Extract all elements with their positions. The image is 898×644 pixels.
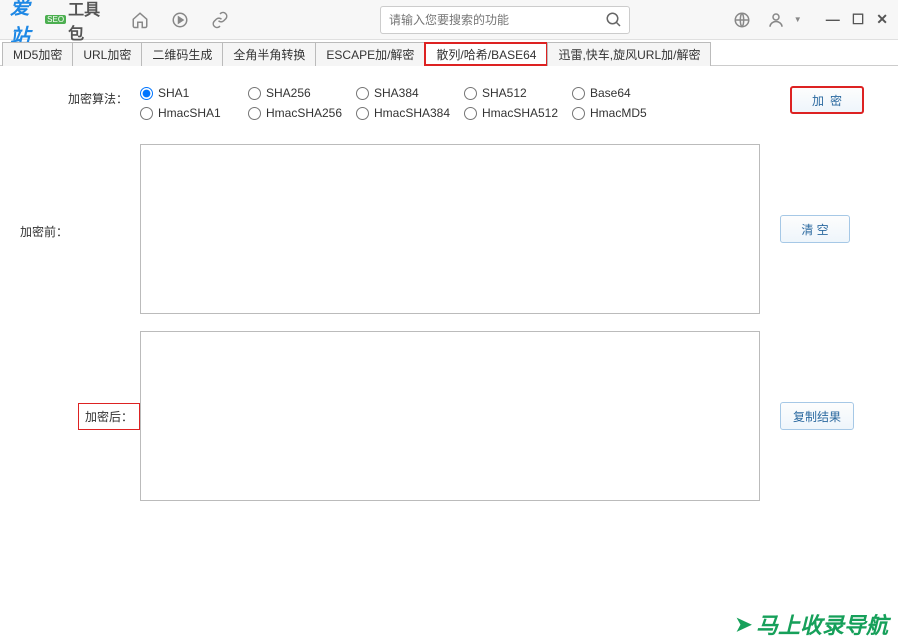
radio-base64[interactable]: Base64 (572, 86, 680, 100)
search-input[interactable] (381, 13, 599, 27)
tab-label: MD5加密 (13, 46, 62, 63)
tab-label: 二维码生成 (152, 46, 212, 63)
clear-button[interactable]: 清 空 (780, 215, 850, 243)
after-label: 加密后： (78, 403, 140, 430)
titlebar: 爱站 SEO 工具包 ▼ — ☐ ✕ (0, 0, 898, 40)
tab-qrcode[interactable]: 二维码生成 (141, 42, 223, 66)
tab-thunder[interactable]: 迅雷,快车,旋风URL加/解密 (547, 42, 711, 66)
globe-icon[interactable] (732, 10, 752, 30)
user-dropdown-arrow[interactable]: ▼ (794, 15, 802, 24)
toolbar-icons (130, 10, 230, 30)
search-button[interactable] (599, 11, 629, 29)
radio-hmacsha384[interactable]: HmacSHA384 (356, 106, 464, 120)
user-icon[interactable] (766, 10, 786, 30)
tab-md5[interactable]: MD5加密 (2, 42, 73, 66)
tab-strip: MD5加密 URL加密 二维码生成 全角半角转换 ESCAPE加/解密 散列/哈… (0, 40, 898, 66)
footer-brand-text: 马上收录导航 (756, 608, 888, 640)
tab-escape[interactable]: ESCAPE加/解密 (315, 42, 425, 66)
minimize-button[interactable]: — (826, 11, 840, 28)
logo-sub: 工具包 (68, 0, 110, 44)
app-logo: 爱站 SEO 工具包 (10, 5, 110, 35)
tab-label: 散列/哈希/BASE64 (436, 46, 536, 63)
copy-result-button[interactable]: 复制结果 (780, 402, 854, 430)
radio-sha256[interactable]: SHA256 (248, 86, 356, 100)
logo-badge: SEO (45, 15, 66, 24)
radio-hmacmd5[interactable]: HmacMD5 (572, 106, 680, 120)
tab-url[interactable]: URL加密 (72, 42, 142, 66)
algorithm-label: 加密算法： (20, 86, 140, 107)
radio-hmacsha512[interactable]: HmacSHA512 (464, 106, 572, 120)
algorithm-options: SHA1 SHA256 SHA384 SHA512 Base64 HmacSHA… (140, 86, 700, 120)
play-icon[interactable] (170, 10, 190, 30)
arrow-icon: ➤ (735, 612, 752, 637)
tab-label: ESCAPE加/解密 (326, 46, 414, 63)
home-icon[interactable] (130, 10, 150, 30)
close-button[interactable]: ✕ (876, 11, 888, 28)
main-panel: 加密算法： SHA1 SHA256 SHA384 SHA512 Base64 H… (0, 66, 898, 504)
right-icons: ▼ — ☐ ✕ (732, 10, 888, 30)
encrypt-button[interactable]: 加密 (790, 86, 864, 114)
before-label: 加密前： (20, 144, 140, 314)
after-textarea[interactable] (140, 331, 760, 501)
radio-hmacsha256[interactable]: HmacSHA256 (248, 106, 356, 120)
radio-sha384[interactable]: SHA384 (356, 86, 464, 100)
link-icon[interactable] (210, 10, 230, 30)
radio-hmacsha1[interactable]: HmacSHA1 (140, 106, 248, 120)
search-box (380, 6, 630, 34)
maximize-button[interactable]: ☐ (852, 11, 865, 28)
radio-sha512[interactable]: SHA512 (464, 86, 572, 100)
before-textarea[interactable] (140, 144, 760, 314)
tab-label: 全角半角转换 (233, 46, 305, 63)
tab-hash-base64[interactable]: 散列/哈希/BASE64 (424, 42, 548, 66)
tab-label: URL加密 (83, 46, 131, 63)
footer-brand: ➤ 马上收录导航 (735, 608, 888, 640)
radio-sha1[interactable]: SHA1 (140, 86, 248, 100)
window-controls: — ☐ ✕ (826, 11, 888, 28)
tab-label: 迅雷,快车,旋风URL加/解密 (558, 46, 700, 63)
tab-fullhalf[interactable]: 全角半角转换 (222, 42, 316, 66)
